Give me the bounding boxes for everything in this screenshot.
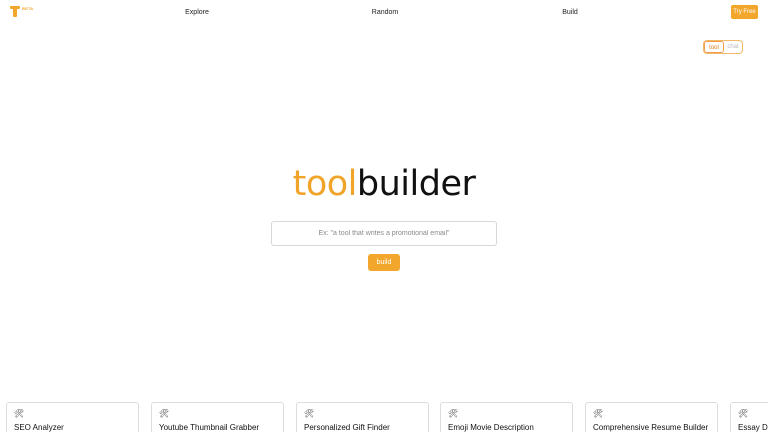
tool-card-title: Emoji Movie Description — [448, 423, 534, 432]
nav-random[interactable]: Random — [372, 8, 398, 17]
tools-icon: 🛠 — [593, 409, 604, 418]
hero-title: toolbuilder — [0, 162, 768, 206]
page: BETA Explore Random Build Try Free tool … — [0, 0, 768, 432]
try-free-button[interactable]: Try Free — [731, 5, 758, 19]
nav-build[interactable]: Build — [562, 8, 578, 17]
nav-explore[interactable]: Explore — [185, 8, 209, 17]
tools-icon: 🛠 — [738, 409, 749, 418]
tool-prompt-input[interactable] — [271, 221, 497, 246]
tool-card-title: Essay Dra — [738, 423, 768, 432]
tool-card-list: 🛠 SEO Analyzer 🛠 Youtube Thumbnail Grabb… — [6, 402, 768, 432]
tool-card-title: Personalized Gift Finder — [304, 423, 390, 432]
beta-badge: BETA — [22, 6, 34, 11]
tools-icon: 🛠 — [448, 409, 459, 418]
tool-card[interactable]: 🛠 Essay Dra — [730, 402, 768, 432]
tool-card[interactable]: 🛠 Personalized Gift Finder — [296, 402, 429, 432]
hero-title-builder: builder — [356, 164, 476, 204]
hero-title-tool: tool — [292, 164, 358, 204]
build-button[interactable]: build — [368, 254, 400, 271]
mode-toggle: tool chat — [703, 40, 743, 54]
tool-card[interactable]: 🛠 Comprehensive Resume Builder — [585, 402, 718, 432]
tools-icon: 🛠 — [14, 409, 25, 418]
tool-card-title: Comprehensive Resume Builder — [593, 423, 709, 432]
tool-card-title: SEO Analyzer — [14, 423, 64, 432]
tool-card[interactable]: 🛠 Emoji Movie Description — [440, 402, 573, 432]
tool-card[interactable]: 🛠 SEO Analyzer — [6, 402, 139, 432]
tools-icon: 🛠 — [304, 409, 315, 418]
tool-card-title: Youtube Thumbnail Grabber — [159, 423, 260, 432]
mode-chat-option[interactable]: chat — [724, 41, 742, 53]
logo-t-icon — [10, 6, 20, 17]
logo[interactable]: BETA — [10, 6, 38, 20]
top-nav: BETA Explore Random Build Try Free — [0, 0, 768, 26]
tools-icon: 🛠 — [159, 409, 170, 418]
tool-card[interactable]: 🛠 Youtube Thumbnail Grabber — [151, 402, 284, 432]
mode-tool-option[interactable]: tool — [704, 41, 724, 53]
